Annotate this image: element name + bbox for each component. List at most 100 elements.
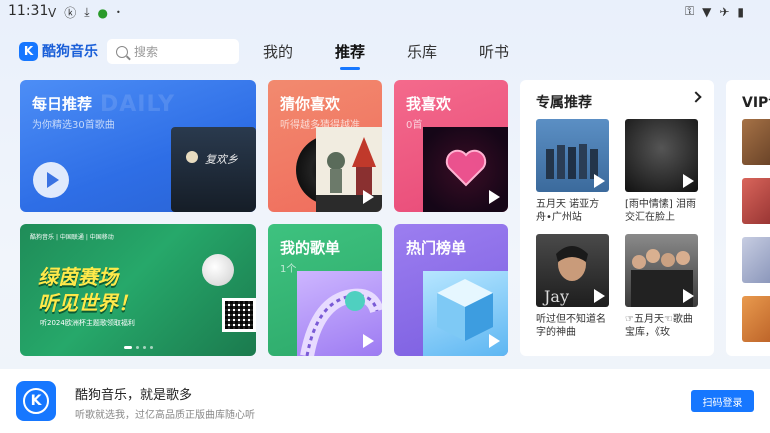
page-dot[interactable] bbox=[150, 346, 153, 349]
tab-recommend[interactable]: 推荐 bbox=[335, 41, 365, 62]
status-bar: 11:31 V ⓚ ⤓ ● • ⚿ ▼ ✈ ▮ bbox=[0, 0, 770, 24]
guess-cover bbox=[296, 127, 382, 212]
svg-text:Jay: Jay bbox=[542, 287, 569, 306]
moon-icon bbox=[186, 151, 198, 163]
vip-thumb[interactable] bbox=[742, 178, 770, 224]
exclusive-item[interactable]: ☞五月天☜歌曲宝库，《玫 bbox=[625, 234, 698, 339]
guess-you-like-card[interactable]: 猜你喜欢 听得越多猜得越准 bbox=[268, 80, 382, 212]
daily-subtitle: 为你精选30首歌曲 bbox=[32, 120, 115, 131]
k-icon: ⓚ bbox=[64, 6, 77, 20]
favorite-title: 我喜欢 bbox=[406, 95, 452, 113]
wifi-icon: ▼ bbox=[702, 4, 712, 19]
daily-play-button[interactable] bbox=[33, 162, 69, 198]
search-icon bbox=[116, 45, 128, 58]
download-icon: ⤓ bbox=[84, 5, 90, 19]
kugou-app-icon: K bbox=[16, 381, 56, 421]
exclusive-cover: Jay bbox=[536, 234, 609, 307]
promo-banner[interactable]: 酷狗音乐 | 中国联通 | 中国移动 绿茵赛场 听见世界！ 听2024欧洲杯主题… bbox=[20, 224, 256, 356]
vip-thumb[interactable] bbox=[742, 237, 770, 283]
vip-panel: VIP专 bbox=[726, 80, 770, 356]
page-dot[interactable] bbox=[143, 346, 146, 349]
exclusive-item-text: [雨中情愫] 泪雨交汇在脸上 bbox=[625, 199, 696, 223]
kugou-logo-icon: K bbox=[19, 41, 38, 61]
exclusive-item[interactable]: 五月天 诺亚方舟•广州站 bbox=[536, 119, 609, 224]
logo-text: 酷狗音乐 bbox=[42, 44, 98, 60]
play-icon[interactable] bbox=[489, 334, 500, 348]
k-logo-icon: K bbox=[23, 388, 49, 414]
key-icon: ⚿ bbox=[684, 4, 695, 18]
status-right-icons: ⚿ ▼ ✈ ▮ bbox=[685, 4, 744, 19]
football-icon bbox=[202, 254, 234, 286]
tab-mine[interactable]: 我的 bbox=[263, 41, 293, 62]
search-input[interactable] bbox=[134, 44, 224, 59]
banner-headline-line2: 听见世界！ bbox=[38, 291, 138, 315]
exclusive-item[interactable]: Jay 听过但不知道名字的神曲 bbox=[536, 234, 609, 339]
play-icon bbox=[47, 172, 59, 188]
dot-icon: • bbox=[116, 8, 121, 17]
vip-thumb[interactable] bbox=[742, 119, 770, 165]
my-playlist-title: 我的歌单 bbox=[280, 239, 341, 257]
vip-thumb[interactable] bbox=[742, 296, 770, 342]
bottom-title: 酷狗音乐，就是歌多 bbox=[75, 388, 193, 403]
exclusive-cover bbox=[625, 119, 698, 192]
chevron-right-icon[interactable] bbox=[690, 91, 702, 103]
exclusive-cover bbox=[536, 119, 609, 192]
play-icon[interactable] bbox=[489, 190, 500, 204]
search-box[interactable] bbox=[107, 39, 239, 64]
hot-chart-cover bbox=[423, 271, 508, 356]
daily-title: 每日推荐 bbox=[32, 95, 93, 113]
qr-code-icon bbox=[222, 298, 256, 332]
airplane-icon: ✈ bbox=[719, 4, 730, 19]
bottom-subtitle: 听歌就选我，过亿高品质正版曲库随心听 bbox=[75, 410, 255, 421]
hot-chart-card[interactable]: 热门榜单 bbox=[394, 224, 508, 356]
banner-tags: 酷狗音乐 | 中国联通 | 中国移动 bbox=[30, 234, 114, 241]
play-icon[interactable] bbox=[363, 334, 374, 348]
exclusive-item-text: 听过但不知道名字的神曲 bbox=[536, 314, 606, 338]
banner-pagination bbox=[124, 346, 153, 349]
bottom-login-bar: K 酷狗音乐，就是歌多 听歌就选我，过亿高品质正版曲库随心听 扫码登录 bbox=[0, 369, 770, 433]
favorite-cover bbox=[423, 127, 508, 212]
banner-tag: 中国移动 bbox=[89, 234, 114, 241]
daily-watermark: DAILY bbox=[100, 92, 175, 117]
tab-library[interactable]: 乐库 bbox=[407, 41, 437, 62]
banner-headline: 绿茵赛场 听见世界！ bbox=[38, 264, 138, 316]
scan-login-button[interactable]: 扫码登录 bbox=[691, 390, 754, 412]
exclusive-item-text: ☞五月天☜歌曲宝库，《玫 bbox=[625, 314, 693, 338]
bug-icon: ● bbox=[97, 5, 109, 20]
vip-title: VIP专 bbox=[742, 95, 770, 111]
banner-headline-line1: 绿茵赛场 bbox=[38, 265, 118, 289]
tab-audiobook[interactable]: 听书 bbox=[479, 41, 509, 62]
play-icon[interactable] bbox=[363, 190, 374, 204]
exclusive-item-text: 五月天 诺亚方舟•广州站 bbox=[536, 199, 600, 223]
banner-small-text: 听2024欧洲杯主题歌领取福利 bbox=[40, 319, 135, 327]
status-left-icons: V ⓚ ⤓ ● • bbox=[48, 4, 121, 21]
heart-icon bbox=[445, 149, 487, 187]
my-playlist-cover bbox=[297, 271, 382, 356]
my-favorite-card[interactable]: 我喜欢 0首 bbox=[394, 80, 508, 212]
page-dot[interactable] bbox=[124, 346, 132, 349]
guess-title: 猜你喜欢 bbox=[280, 95, 341, 113]
daily-cover-text: 复欢乡 bbox=[205, 153, 238, 166]
exclusive-recommend-panel: 专属推荐 五月天 诺亚方舟•广州站 [雨中情愫] 泪雨交汇在脸上 Jay 听过但… bbox=[520, 80, 714, 356]
daily-cover: 复欢乡 bbox=[171, 127, 256, 212]
play-icon[interactable] bbox=[683, 174, 694, 188]
page-dot[interactable] bbox=[136, 346, 139, 349]
banner-tag: 酷狗音乐 bbox=[30, 234, 55, 241]
status-time: 11:31 bbox=[8, 3, 49, 19]
daily-recommend-card[interactable]: DAILY 每日推荐 为你精选30首歌曲 复欢乡 bbox=[20, 80, 256, 212]
header: K 酷狗音乐 我的 推荐 乐库 听书 bbox=[0, 36, 770, 68]
play-icon[interactable] bbox=[594, 289, 605, 303]
v-icon: V bbox=[48, 5, 57, 20]
play-icon[interactable] bbox=[683, 289, 694, 303]
battery-icon: ▮ bbox=[737, 4, 744, 19]
exclusive-cover bbox=[625, 234, 698, 307]
my-playlist-subtitle: 1个 bbox=[280, 264, 297, 275]
app-logo[interactable]: K 酷狗音乐 bbox=[19, 41, 98, 61]
exclusive-item[interactable]: [雨中情愫] 泪雨交汇在脸上 bbox=[625, 119, 698, 224]
my-playlist-card[interactable]: 我的歌单 1个 bbox=[268, 224, 382, 356]
banner-tag: 中国联通 bbox=[59, 234, 84, 241]
favorite-subtitle: 0首 bbox=[406, 120, 423, 131]
play-icon[interactable] bbox=[594, 174, 605, 188]
exclusive-title: 专属推荐 bbox=[536, 95, 592, 111]
hot-chart-title: 热门榜单 bbox=[406, 239, 467, 257]
